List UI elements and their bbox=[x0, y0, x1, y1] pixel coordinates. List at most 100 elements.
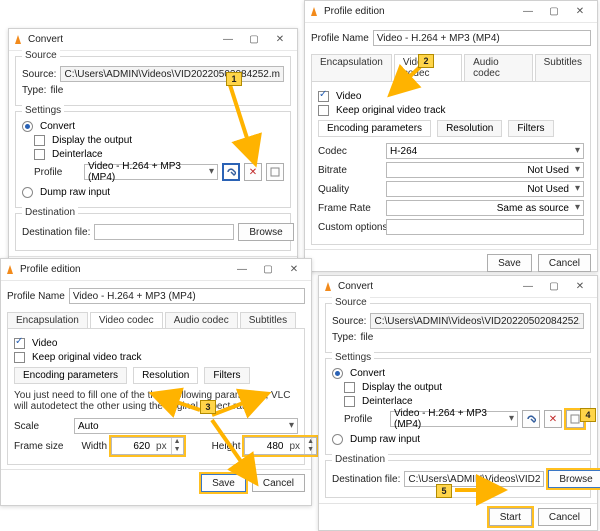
edit-profile-button[interactable] bbox=[222, 163, 240, 181]
dump-raw-label: Dump raw input bbox=[350, 434, 420, 445]
codec-combo[interactable]: H-264 bbox=[386, 143, 584, 159]
quality-combo[interactable]: Not Used bbox=[386, 181, 584, 197]
maximize-icon[interactable]: ▢ bbox=[541, 6, 567, 17]
height-label: Height bbox=[212, 441, 241, 452]
cancel-button[interactable]: Cancel bbox=[538, 508, 591, 526]
convert-radio[interactable] bbox=[332, 368, 343, 379]
display-output-checkbox[interactable] bbox=[34, 135, 45, 146]
codec-label: Codec bbox=[318, 146, 382, 157]
scale-label: Scale bbox=[14, 421, 70, 432]
browse-button[interactable]: Browse bbox=[238, 223, 293, 241]
deinterlace-label: Deinterlace bbox=[362, 396, 413, 407]
frame-size-label: Frame size bbox=[14, 441, 63, 452]
convert-radio[interactable] bbox=[22, 121, 33, 132]
titlebar[interactable]: Convert — ▢ ✕ bbox=[319, 276, 597, 298]
width-input[interactable] bbox=[112, 438, 152, 454]
custom-input[interactable] bbox=[386, 219, 584, 235]
profile-combo[interactable]: Video - H.264 + MP3 (MP4) bbox=[390, 411, 518, 427]
keep-original-checkbox[interactable] bbox=[318, 105, 329, 116]
profile-name-input[interactable] bbox=[373, 30, 591, 46]
type-label: Type: bbox=[332, 332, 356, 343]
close-icon[interactable]: ✕ bbox=[281, 264, 307, 275]
save-button[interactable]: Save bbox=[201, 474, 246, 492]
subtab-resolution[interactable]: Resolution bbox=[133, 367, 198, 384]
minimize-icon[interactable]: — bbox=[215, 34, 241, 45]
dest-file-input[interactable] bbox=[404, 471, 544, 487]
width-label: Width bbox=[81, 441, 107, 452]
display-output-label: Display the output bbox=[362, 382, 442, 393]
close-icon[interactable]: ✕ bbox=[567, 6, 593, 17]
video-checkbox[interactable] bbox=[14, 338, 25, 349]
dump-raw-radio[interactable] bbox=[22, 187, 33, 198]
subtab-filters[interactable]: Filters bbox=[508, 120, 553, 137]
minimize-icon[interactable]: — bbox=[229, 264, 255, 275]
spinner-arrows-icon[interactable]: ▲▼ bbox=[304, 438, 316, 454]
dest-file-label: Destination file: bbox=[22, 227, 90, 238]
save-button[interactable]: Save bbox=[487, 254, 532, 272]
settings-group: Settings Convert Display the output Dein… bbox=[15, 111, 291, 208]
start-button[interactable]: Start bbox=[489, 508, 532, 526]
subtab-resolution[interactable]: Resolution bbox=[437, 120, 502, 137]
bitrate-combo[interactable]: Not Used bbox=[386, 162, 584, 178]
edit-profile-button[interactable] bbox=[522, 410, 540, 428]
source-input[interactable] bbox=[60, 66, 284, 82]
delete-profile-button[interactable]: ✕ bbox=[544, 410, 562, 428]
display-output-checkbox[interactable] bbox=[344, 382, 355, 393]
height-input[interactable] bbox=[245, 438, 285, 454]
tab-encapsulation[interactable]: Encapsulation bbox=[7, 312, 88, 328]
dest-file-input[interactable] bbox=[94, 224, 234, 240]
new-profile-button[interactable] bbox=[566, 410, 584, 428]
tab-video-codec[interactable]: Video codec bbox=[394, 54, 462, 81]
minimize-icon[interactable]: — bbox=[515, 281, 541, 292]
maximize-icon[interactable]: ▢ bbox=[541, 281, 567, 292]
destination-group: Destination Destination file: Browse bbox=[325, 460, 591, 498]
profile-combo[interactable]: Video - H.264 + MP3 (MP4) bbox=[84, 164, 218, 180]
tab-audio-codec[interactable]: Audio codec bbox=[464, 54, 533, 81]
titlebar[interactable]: Convert — ▢ ✕ bbox=[9, 29, 297, 51]
spinner-arrows-icon[interactable]: ▲▼ bbox=[171, 438, 183, 454]
browse-button[interactable]: Browse bbox=[548, 470, 600, 488]
titlebar[interactable]: Profile edition — ▢ ✕ bbox=[1, 259, 311, 281]
close-icon[interactable]: ✕ bbox=[567, 281, 593, 292]
cancel-button[interactable]: Cancel bbox=[538, 254, 591, 272]
tab-video-codec[interactable]: Video codec bbox=[90, 312, 163, 328]
new-profile-button[interactable] bbox=[266, 163, 284, 181]
source-legend: Source bbox=[22, 50, 60, 61]
scale-combo[interactable]: Auto bbox=[74, 418, 298, 434]
destination-legend: Destination bbox=[332, 454, 388, 465]
close-icon[interactable]: ✕ bbox=[267, 34, 293, 45]
tab-encapsulation[interactable]: Encapsulation bbox=[311, 54, 392, 81]
source-legend: Source bbox=[332, 297, 370, 308]
subtab-filters[interactable]: Filters bbox=[204, 367, 249, 384]
tab-subtitles[interactable]: Subtitles bbox=[535, 54, 591, 81]
resolution-hint: You just need to fill one of the three f… bbox=[14, 390, 298, 412]
destination-group: Destination Destination file: Browse bbox=[15, 213, 291, 251]
dump-raw-radio[interactable] bbox=[332, 434, 343, 445]
tab-audio-codec[interactable]: Audio codec bbox=[165, 312, 238, 328]
keep-original-checkbox[interactable] bbox=[14, 352, 25, 363]
maximize-icon[interactable]: ▢ bbox=[255, 264, 281, 275]
minimize-icon[interactable]: — bbox=[515, 6, 541, 17]
sub-tabs: Encoding parameters Resolution Filters bbox=[318, 120, 584, 137]
video-label: Video bbox=[336, 91, 361, 102]
titlebar[interactable]: Profile edition — ▢ ✕ bbox=[305, 1, 597, 23]
deinterlace-label: Deinterlace bbox=[52, 149, 103, 160]
subtab-encoding[interactable]: Encoding parameters bbox=[318, 120, 431, 137]
delete-profile-button[interactable]: ✕ bbox=[244, 163, 262, 181]
framerate-label: Frame Rate bbox=[318, 203, 382, 214]
convert-window-2: Convert — ▢ ✕ Source Source: Type:file S… bbox=[318, 275, 598, 531]
maximize-icon[interactable]: ▢ bbox=[241, 34, 267, 45]
subtab-encoding[interactable]: Encoding parameters bbox=[14, 367, 127, 384]
window-title: Convert bbox=[338, 281, 515, 292]
source-input[interactable] bbox=[370, 313, 584, 329]
tab-subtitles[interactable]: Subtitles bbox=[240, 312, 296, 328]
deinterlace-checkbox[interactable] bbox=[344, 396, 355, 407]
framerate-combo[interactable]: Same as source bbox=[386, 200, 584, 216]
deinterlace-checkbox[interactable] bbox=[34, 149, 45, 160]
video-checkbox[interactable] bbox=[318, 91, 329, 102]
cancel-button[interactable]: Cancel bbox=[252, 474, 305, 492]
width-spinner[interactable]: px ▲▼ bbox=[111, 437, 184, 455]
quality-label: Quality bbox=[318, 184, 382, 195]
profile-name-input[interactable] bbox=[69, 288, 305, 304]
height-spinner[interactable]: px ▲▼ bbox=[244, 437, 317, 455]
